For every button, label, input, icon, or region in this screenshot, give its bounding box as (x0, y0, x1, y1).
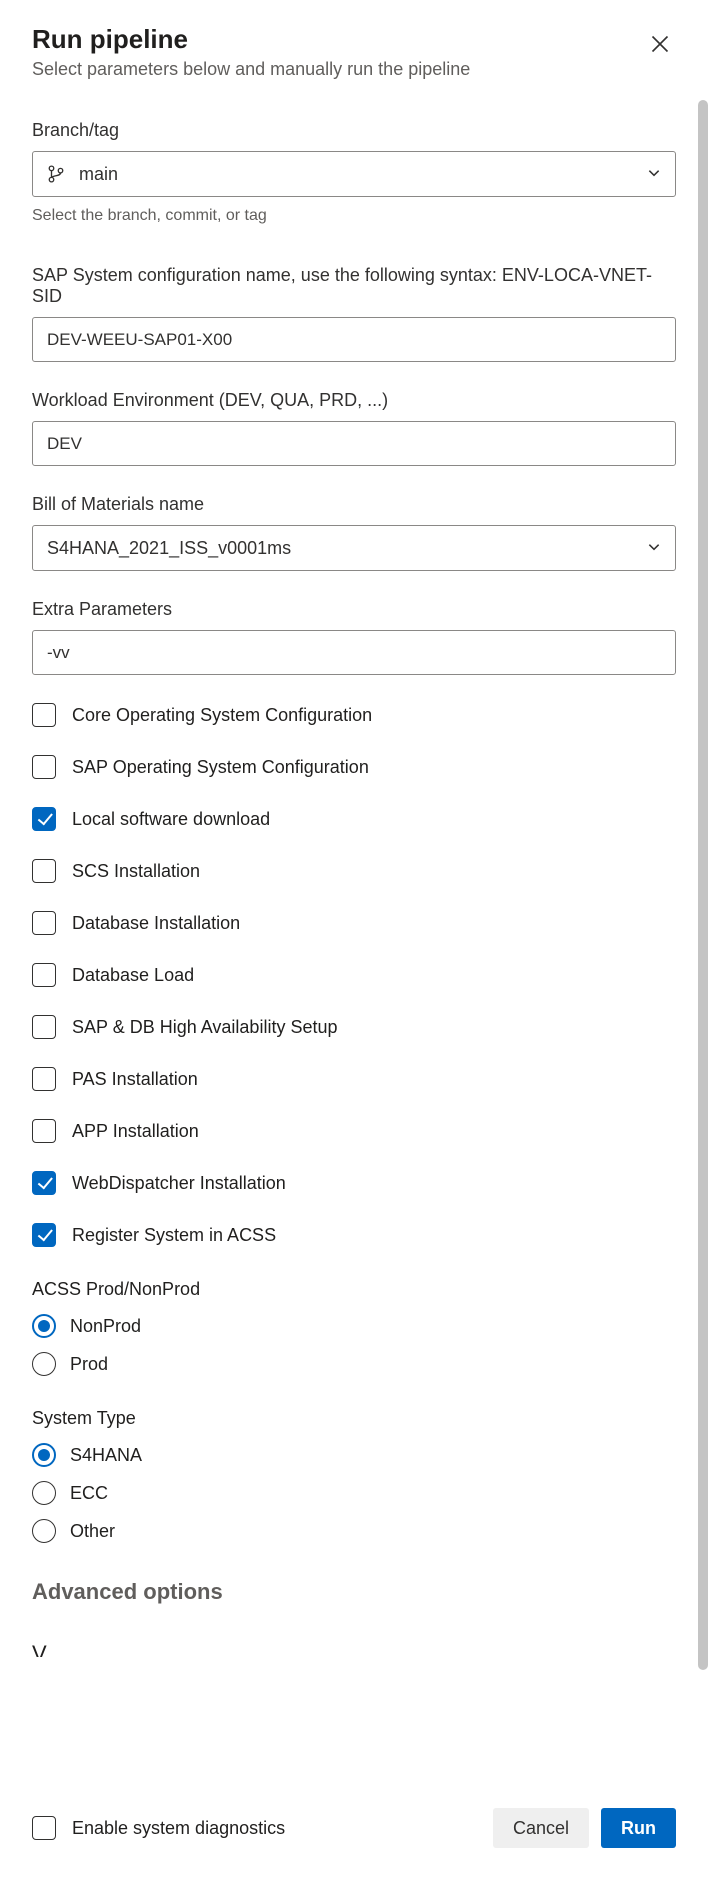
system-type-group-label: System Type (32, 1408, 676, 1429)
checkbox-8[interactable] (32, 1119, 56, 1143)
checkbox-label-4: Database Installation (72, 913, 240, 934)
checkbox-label-1: SAP Operating System Configuration (72, 757, 369, 778)
branch-icon (47, 165, 65, 183)
checkbox-7[interactable] (32, 1067, 56, 1091)
workload-env-input[interactable] (32, 421, 676, 466)
checkbox-4[interactable] (32, 911, 56, 935)
system-type-radio-label-0: S4HANA (70, 1445, 142, 1466)
checkbox-label-0: Core Operating System Configuration (72, 705, 372, 726)
checkbox-9[interactable] (32, 1171, 56, 1195)
checkbox-label-7: PAS Installation (72, 1069, 198, 1090)
checkbox-label-2: Local software download (72, 809, 270, 830)
acss-option-1[interactable]: Prod (32, 1352, 676, 1376)
checkbox-5[interactable] (32, 963, 56, 987)
acss-group-label: ACSS Prod/NonProd (32, 1279, 676, 1300)
scrollbar[interactable] (698, 100, 708, 1670)
checkbox-0[interactable] (32, 703, 56, 727)
checkbox-10[interactable] (32, 1223, 56, 1247)
checkbox-6[interactable] (32, 1015, 56, 1039)
page-subtitle: Select parameters below and manually run… (32, 59, 470, 80)
branch-value: main (79, 164, 118, 185)
system-type-option-1[interactable]: ECC (32, 1481, 676, 1505)
checkbox-3[interactable] (32, 859, 56, 883)
extra-params-input[interactable] (32, 630, 676, 675)
chevron-down-icon (647, 164, 661, 185)
advanced-options-heading[interactable]: Advanced options (32, 1579, 676, 1605)
acss-radio-label-0: NonProd (70, 1316, 141, 1337)
close-icon (650, 42, 670, 57)
checkbox-label-10: Register System in ACSS (72, 1225, 276, 1246)
sap-config-input[interactable] (32, 317, 676, 362)
acss-radio-1[interactable] (32, 1352, 56, 1376)
workload-env-label: Workload Environment (DEV, QUA, PRD, ...… (32, 390, 676, 411)
checkbox-label-5: Database Load (72, 965, 194, 986)
run-button[interactable]: Run (601, 1808, 676, 1848)
diagnostics-checkbox[interactable] (32, 1816, 56, 1840)
system-type-option-0[interactable]: S4HANA (32, 1443, 676, 1467)
page-title: Run pipeline (32, 24, 470, 55)
acss-radio-label-1: Prod (70, 1354, 108, 1375)
diagnostics-label: Enable system diagnostics (72, 1818, 285, 1839)
checkbox-label-6: SAP & DB High Availability Setup (72, 1017, 337, 1038)
bom-label: Bill of Materials name (32, 494, 676, 515)
system-type-radio-0[interactable] (32, 1443, 56, 1467)
sap-config-label: SAP System configuration name, use the f… (32, 265, 676, 307)
footer: Enable system diagnostics Cancel Run (0, 1778, 708, 1878)
system-type-radio-label-2: Other (70, 1521, 115, 1542)
checkbox-label-9: WebDispatcher Installation (72, 1173, 286, 1194)
acss-radio-0[interactable] (32, 1314, 56, 1338)
bom-dropdown[interactable]: S4HANA_2021_ISS_v0001ms (32, 525, 676, 571)
checkbox-label-3: SCS Installation (72, 861, 200, 882)
cancel-button[interactable]: Cancel (493, 1808, 589, 1848)
extra-params-label: Extra Parameters (32, 599, 676, 620)
branch-dropdown[interactable]: main (32, 151, 676, 197)
branch-helper: Select the branch, commit, or tag (32, 207, 676, 225)
system-type-radio-label-1: ECC (70, 1483, 108, 1504)
truncated-section: V (32, 1641, 676, 1657)
system-type-radio-2[interactable] (32, 1519, 56, 1543)
checkbox-2[interactable] (32, 807, 56, 831)
close-button[interactable] (644, 28, 676, 63)
checkbox-label-8: APP Installation (72, 1121, 199, 1142)
system-type-radio-1[interactable] (32, 1481, 56, 1505)
acss-option-0[interactable]: NonProd (32, 1314, 676, 1338)
chevron-down-icon (647, 538, 661, 559)
system-type-option-2[interactable]: Other (32, 1519, 676, 1543)
checkbox-1[interactable] (32, 755, 56, 779)
bom-value: S4HANA_2021_ISS_v0001ms (47, 538, 291, 559)
branch-label: Branch/tag (32, 120, 676, 141)
